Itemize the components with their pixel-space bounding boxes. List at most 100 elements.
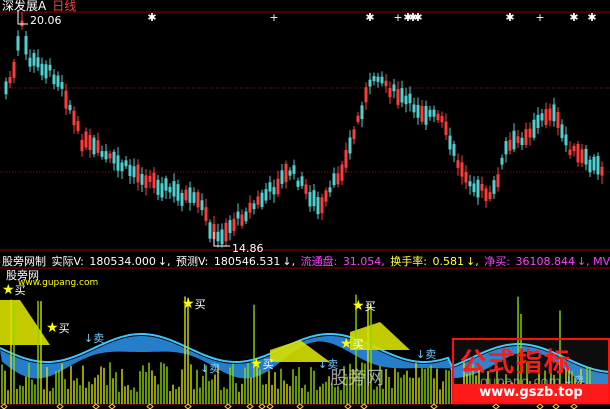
candle-body bbox=[292, 165, 296, 174]
candle-body bbox=[288, 170, 292, 176]
star-icon: ★ bbox=[46, 320, 59, 336]
candle-body bbox=[500, 157, 504, 165]
candle-body bbox=[208, 222, 212, 239]
candle-body bbox=[176, 184, 180, 201]
chart-window: ✱ + ✱ + ✱ ✱ ✱ ✱ + ✱ ✱ 深发展A 日线 20.06 14.86 股旁网制 实际V:… bbox=[0, 0, 610, 409]
diamond-marker-icon bbox=[56, 403, 64, 409]
indicator-name[interactable]: 股旁网制 bbox=[2, 255, 46, 268]
event-marker-icon: + bbox=[393, 11, 402, 24]
candle-body bbox=[92, 137, 96, 155]
candle-body bbox=[164, 178, 168, 191]
star-icon: ★ bbox=[250, 356, 263, 372]
watermark-site-url: www.gupang.com bbox=[18, 278, 99, 288]
candle-body bbox=[412, 104, 416, 113]
buy-signal: ★买 bbox=[182, 296, 206, 312]
candle-body bbox=[452, 144, 456, 156]
stock-name: 深发展A bbox=[2, 0, 47, 13]
candle-body bbox=[44, 64, 48, 79]
star-icon: ★ bbox=[182, 296, 195, 312]
candle-body bbox=[36, 57, 40, 68]
candle-body bbox=[400, 88, 404, 103]
net-buy-value: 36108.844 bbox=[515, 255, 575, 268]
candle-body bbox=[188, 187, 192, 203]
candle-body bbox=[216, 231, 220, 242]
candle-body bbox=[404, 95, 408, 105]
candle-body bbox=[28, 57, 32, 67]
candle-body bbox=[200, 200, 204, 211]
candle-body bbox=[268, 182, 272, 192]
diamond-marker-icon bbox=[344, 403, 352, 409]
top-event-markers: ✱ + ✱ + ✱✱✱ ✱ + ✱ ✱ bbox=[147, 11, 596, 24]
buy-signal: ★买 bbox=[352, 298, 376, 314]
float-shares-label: 流通盘: bbox=[300, 255, 338, 268]
candle-body bbox=[100, 151, 104, 157]
candle-body bbox=[244, 211, 248, 222]
candle-body bbox=[48, 64, 52, 71]
buy-signal: ★买 bbox=[340, 336, 364, 352]
candle-body bbox=[4, 81, 8, 95]
candle-body bbox=[16, 36, 20, 51]
forecast-v-value: 180546.531 bbox=[213, 255, 281, 268]
candle-body bbox=[520, 137, 524, 146]
candle-body bbox=[140, 173, 144, 185]
diamond-marker-icon bbox=[146, 403, 154, 409]
event-marker-icon: ✱ bbox=[587, 11, 596, 24]
sell-signal: ↓卖 bbox=[200, 362, 221, 375]
diamond-marker-icon bbox=[0, 403, 8, 409]
star-icon: ★ bbox=[340, 336, 353, 352]
diamond-marker-icon bbox=[92, 403, 100, 409]
candle-body bbox=[512, 130, 516, 150]
diamond-marker-icon bbox=[246, 403, 254, 409]
candle-body bbox=[476, 179, 480, 198]
candle-body bbox=[316, 197, 320, 215]
candle-body bbox=[532, 119, 536, 138]
candle-body bbox=[220, 229, 224, 245]
candle-body bbox=[172, 181, 176, 197]
actual-v-arrow: ↓, bbox=[157, 255, 171, 268]
candle-body bbox=[32, 53, 36, 66]
price-high-label: 20.06 bbox=[30, 14, 62, 27]
actual-v-value: 180534.000 bbox=[89, 255, 156, 268]
diamond-marker-icon bbox=[492, 403, 500, 409]
candle-body bbox=[296, 180, 300, 187]
candle-body bbox=[24, 36, 28, 55]
float-shares-value: 31.054, bbox=[342, 255, 385, 268]
candle-body bbox=[272, 187, 276, 195]
candle-body bbox=[540, 113, 544, 121]
candle-body bbox=[380, 76, 384, 84]
candle-body bbox=[112, 151, 116, 164]
diamond-marker-icon bbox=[266, 403, 274, 409]
actual-v-label: 实际V: bbox=[51, 255, 84, 268]
candle-body bbox=[116, 155, 120, 171]
candle-body bbox=[124, 160, 128, 167]
yellow-area bbox=[0, 300, 50, 345]
candle-body bbox=[424, 105, 428, 125]
candle-body bbox=[52, 74, 56, 85]
buy-signal: ★买 bbox=[2, 282, 26, 298]
candle-body bbox=[468, 181, 472, 187]
candle-body bbox=[180, 192, 184, 206]
candle-body bbox=[132, 166, 136, 178]
stamp-title: 公式指标 bbox=[460, 348, 573, 378]
bottom-axis-markers bbox=[0, 403, 578, 409]
event-marker-icon: ✱ bbox=[365, 11, 374, 24]
watermark-center: 股旁网 bbox=[330, 368, 384, 389]
star-icon: ★ bbox=[352, 298, 365, 314]
diamond-marker-icon bbox=[360, 403, 368, 409]
candle-body bbox=[192, 192, 196, 203]
candle-body bbox=[408, 93, 412, 104]
diamond-marker-icon bbox=[184, 403, 192, 409]
candle-body bbox=[564, 134, 568, 146]
stamp-url: www.gszb.top bbox=[454, 384, 608, 402]
candle-body bbox=[300, 176, 304, 186]
candle-body bbox=[348, 137, 352, 154]
candle-body bbox=[120, 162, 124, 172]
buy-signal: ★买 bbox=[46, 320, 70, 336]
candle-body bbox=[236, 211, 240, 219]
candle-body bbox=[68, 104, 72, 111]
candle-body bbox=[560, 124, 564, 139]
candle-body bbox=[368, 79, 372, 87]
indicator-info-row: 股旁网制 实际V: 180534.000 ↓, 预测V: 180546.531 ↓,… bbox=[2, 255, 610, 268]
period-label[interactable]: 日线 bbox=[52, 0, 76, 13]
event-marker-icon: ✱ bbox=[569, 11, 578, 24]
